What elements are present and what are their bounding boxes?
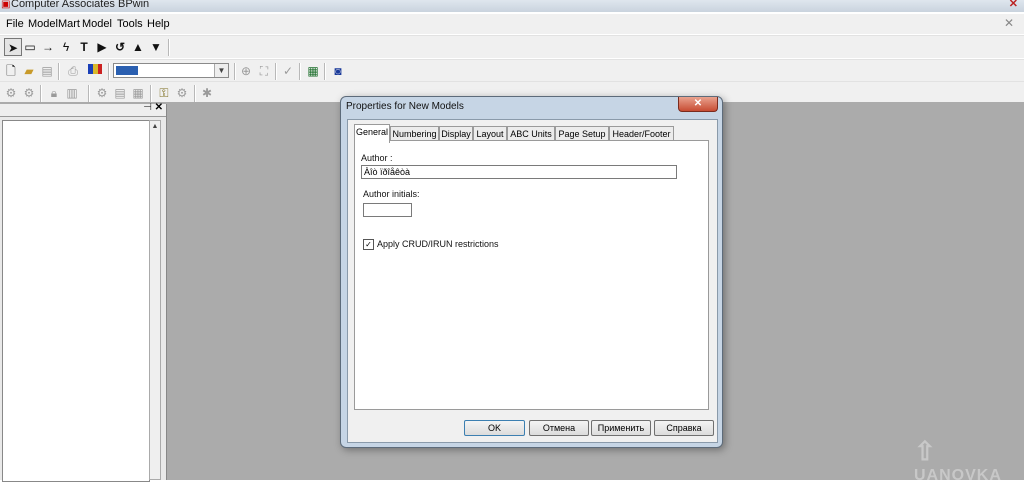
app-title-bar: ▣ Computer Associates BPwin ✕ xyxy=(0,0,1024,12)
watermark: ⇧ UANOVKA xyxy=(914,436,1024,485)
model-explorer-icon[interactable]: ▦ xyxy=(304,62,322,80)
menu-model[interactable]: Model xyxy=(82,18,112,30)
vertical-scrollbar[interactable]: ▲ xyxy=(149,120,161,480)
library-icon[interactable]: ▥ xyxy=(63,84,81,102)
toolbar-divider xyxy=(234,63,236,80)
cancel-button[interactable]: Отмена xyxy=(529,420,589,436)
tab-general[interactable]: General xyxy=(354,124,390,143)
zoom-fit-icon[interactable]: ⛶ xyxy=(255,62,273,80)
disconnect-icon[interactable]: ⚙ xyxy=(20,84,38,102)
open-folder-icon[interactable]: ▰ xyxy=(20,62,38,80)
squiggle-tool-icon[interactable]: ϟ xyxy=(57,38,75,56)
chevron-down-icon[interactable]: ▼ xyxy=(214,64,228,77)
connect-icon[interactable]: ⚙ xyxy=(2,84,20,102)
menu-help[interactable]: Help xyxy=(147,18,170,30)
bpwin-app-icon: ▣ xyxy=(1,0,11,10)
pointer-tool-icon[interactable]: ➤ xyxy=(4,38,22,56)
window-title: Computer Associates BPwin xyxy=(11,0,150,10)
crud-checkbox-label: Apply CRUD/IRUN restrictions xyxy=(377,239,499,249)
tab-abc-units[interactable]: ABC Units xyxy=(507,126,555,141)
toolbar-divider xyxy=(88,85,90,102)
report-icon[interactable]: ▤ xyxy=(111,84,129,102)
toolbar-divider xyxy=(299,63,301,80)
initials-label: Author initials: xyxy=(363,189,420,199)
ok-button[interactable]: OK xyxy=(464,420,525,436)
spellcheck-icon[interactable]: ✓ xyxy=(279,62,297,80)
combo-selection xyxy=(116,66,138,75)
triangle-up-icon[interactable]: ▲ xyxy=(129,38,147,56)
author-label: Author : xyxy=(361,153,393,163)
menu-file[interactable]: File xyxy=(6,18,24,30)
help-button[interactable]: Справка xyxy=(654,420,714,436)
author-field[interactable] xyxy=(361,165,677,179)
toolbar-divider xyxy=(108,63,110,80)
model-tree[interactable] xyxy=(2,120,150,482)
print-icon[interactable]: ⎙ xyxy=(64,62,82,80)
menu-tools[interactable]: Tools xyxy=(117,18,143,30)
tab-page-setup[interactable]: Page Setup xyxy=(555,126,609,141)
scroll-up-icon[interactable]: ▲ xyxy=(150,121,160,132)
properties-dialog: Properties for New Models ✕ General Numb… xyxy=(340,96,723,448)
close-icon[interactable]: ✕ xyxy=(155,102,163,113)
dialog-title: Properties for New Models xyxy=(346,101,464,112)
key-icon[interactable]: ⚿ xyxy=(155,84,173,102)
drawing-toolbar: ➤ ▭ → ϟ T ▶ ↺ ▲ ▼ xyxy=(0,35,1024,58)
tab-numbering[interactable]: Numbering xyxy=(390,126,439,141)
toolbar-divider xyxy=(324,63,326,80)
toolbar-divider xyxy=(58,63,60,80)
text-tool-icon[interactable]: T xyxy=(75,38,93,56)
watermark-logo-icon: ⇧ xyxy=(914,436,937,466)
grid-icon[interactable]: ▦ xyxy=(129,84,147,102)
zoom-in-icon[interactable]: ⊕ xyxy=(237,62,255,80)
zoom-combo[interactable]: ▼ xyxy=(113,63,229,78)
triangle-down-icon[interactable]: ▼ xyxy=(147,38,165,56)
arrow-tool-icon[interactable]: → xyxy=(39,38,57,56)
menu-bar: File ModelMart Model Tools Help ✕ xyxy=(0,14,1024,34)
tab-header-footer[interactable]: Header/Footer xyxy=(609,126,674,141)
box-tool-icon[interactable]: ▭ xyxy=(21,38,39,56)
watermark-text: UANOVKA xyxy=(914,467,1002,484)
crud-checkbox[interactable]: ✓ xyxy=(363,239,374,250)
general-tab-page: Author : Author initials: ✓ Apply CRUD/I… xyxy=(354,140,709,410)
diagram-window-icon[interactable]: ◙ xyxy=(329,62,347,80)
go-to-child-icon[interactable]: ▶ xyxy=(93,38,111,56)
toolbar-divider xyxy=(168,39,170,56)
save-icon[interactable]: ▤ xyxy=(38,62,56,80)
security-icon[interactable]: ⚙ xyxy=(173,84,191,102)
color-icon[interactable] xyxy=(86,62,104,80)
dialog-close-button[interactable]: ✕ xyxy=(678,97,718,112)
model-explorer-panel: ⊣ ✕ ▲ xyxy=(0,102,167,482)
toolbar-divider xyxy=(40,85,42,102)
window-close-icon[interactable]: ✕ xyxy=(1009,0,1018,10)
toolbar-divider xyxy=(194,85,196,102)
bug-icon[interactable]: ✱ xyxy=(198,84,216,102)
pin-icon[interactable]: ⊣ xyxy=(143,102,152,113)
lock-icon[interactable]: 🔒︎ xyxy=(45,84,63,102)
go-to-parent-icon[interactable]: ↺ xyxy=(111,38,129,56)
toolbar-divider xyxy=(150,85,152,102)
merge-icon[interactable]: ⚙ xyxy=(93,84,111,102)
tab-display[interactable]: Display xyxy=(439,126,473,141)
toolbar-divider xyxy=(275,63,277,80)
dialog-body: General Numbering Display Layout ABC Uni… xyxy=(347,119,718,443)
panel-header: ⊣ ✕ xyxy=(0,102,166,117)
tab-layout[interactable]: Layout xyxy=(473,126,507,141)
mdi-close-icon[interactable]: ✕ xyxy=(1004,16,1014,30)
initials-field[interactable] xyxy=(363,203,412,217)
menu-modelmart[interactable]: ModelMart xyxy=(28,18,80,30)
apply-button[interactable]: Применить xyxy=(591,420,651,436)
standard-toolbar: 🗋 ▰ ▤ ⎙ ▼ ⊕ ⛶ ✓ ▦ ◙ xyxy=(0,59,1024,82)
new-file-icon[interactable]: 🗋 xyxy=(2,62,20,80)
